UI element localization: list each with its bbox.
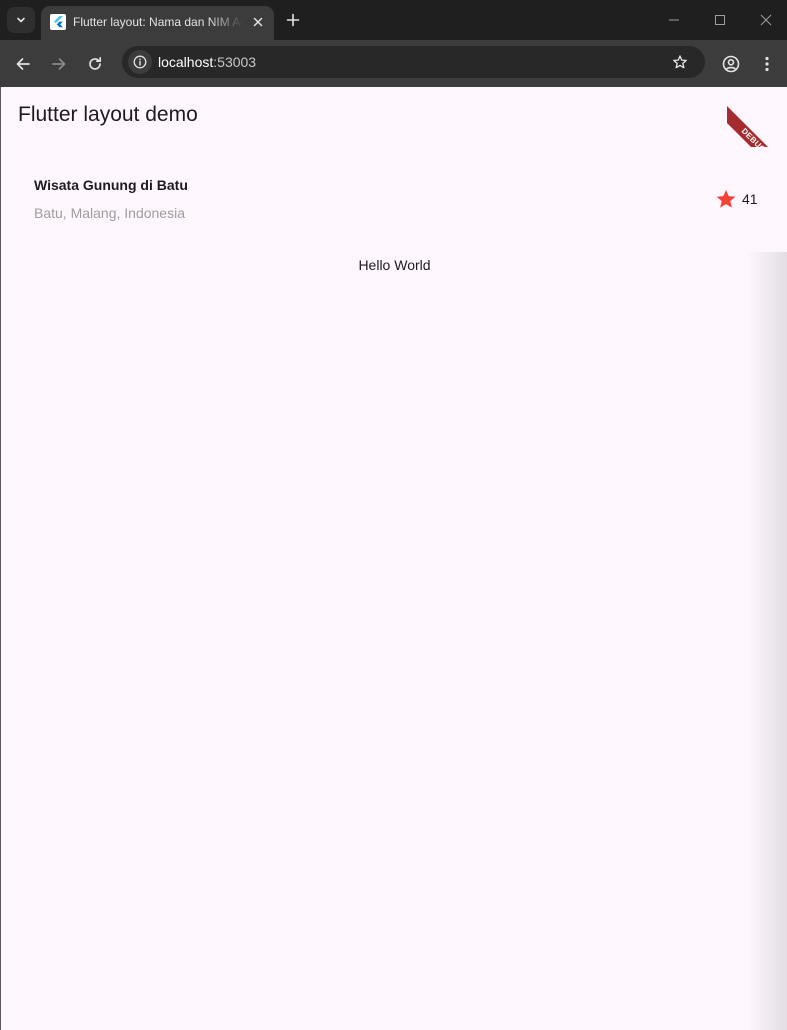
browser-menu-button[interactable] [755,52,779,76]
arrow-right-icon [52,58,66,70]
minimize-icon [669,19,679,21]
window-close-button[interactable] [756,10,776,30]
profile-button[interactable] [719,52,743,76]
flutter-logo-icon [50,14,66,30]
scroll-edge-shadow [747,252,787,1030]
tab-close-button[interactable] [249,13,267,31]
back-button[interactable] [11,52,35,76]
place-title: Wisata Gunung di Batu [34,177,188,193]
browser-tab[interactable]: Flutter layout: Nama dan NIM Anda [41,6,274,40]
tab-search-button[interactable] [7,7,35,33]
body-text: Hello World [358,257,431,273]
chevron-down-icon [17,17,25,23]
maximize-button[interactable] [710,10,730,30]
address-bar[interactable]: localhost:53003 [122,46,705,78]
maximize-icon [715,15,725,25]
forward-button[interactable] [47,52,71,76]
minimize-button[interactable] [664,10,684,30]
debug-banner-label: DEBUG [727,104,787,147]
reload-button[interactable] [83,52,107,76]
account-circle-icon [722,55,740,73]
bookmark-button[interactable] [670,52,690,72]
plus-icon [286,13,300,27]
url-text: localhost:53003 [158,53,256,71]
new-tab-button[interactable] [283,10,303,30]
arrow-left-icon [16,58,30,70]
info-icon [133,55,147,69]
star-icon [716,190,736,208]
page-viewport: Flutter layout demo DEBUG Wisata Gunung … [0,87,787,1030]
kebab-menu-icon [765,56,769,72]
star-outline-icon [673,55,687,69]
rating-count: 41 [742,191,758,207]
site-info-button[interactable] [128,50,152,74]
url-host: localhost [158,54,214,70]
close-icon [760,14,772,26]
browser-toolbar: localhost:53003 [0,40,787,87]
debug-banner: DEBUG [727,87,787,147]
place-location: Batu, Malang, Indonesia [34,205,185,221]
app-bar-title: Flutter layout demo [18,103,198,126]
tab-strip: Flutter layout: Nama dan NIM Anda [0,0,787,40]
url-port: :53003 [213,54,257,70]
tab-title: Flutter layout: Nama dan NIM Anda [73,15,243,29]
close-icon [253,17,263,27]
reload-icon [89,56,102,70]
